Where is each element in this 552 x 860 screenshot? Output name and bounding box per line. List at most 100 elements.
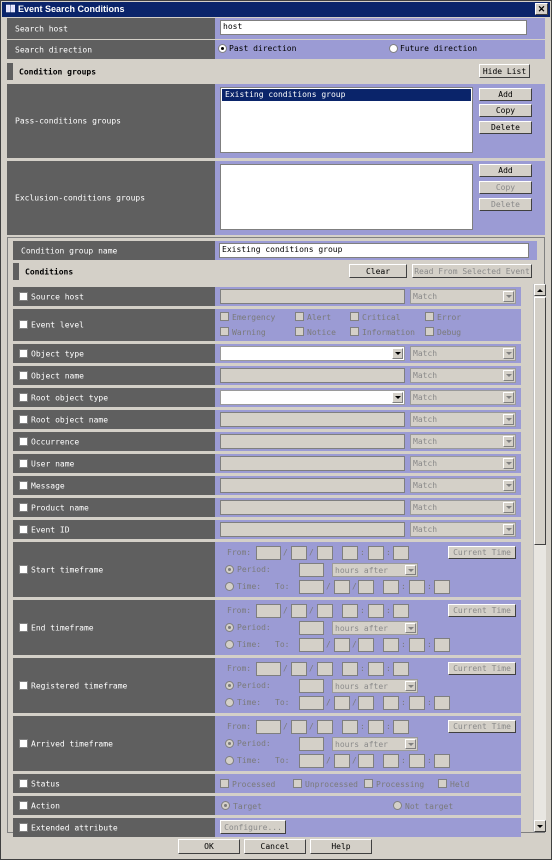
start-to-field[interactable] (434, 580, 450, 594)
registered-current-time-button[interactable]: Current Time (448, 662, 516, 675)
level-debug-checkbox[interactable] (425, 327, 434, 336)
product-name-checkbox[interactable] (19, 503, 28, 512)
registered-to-field[interactable] (299, 696, 324, 710)
read-from-selected-event-button[interactable]: Read From Selected Event (412, 264, 532, 278)
start-from-field[interactable] (393, 546, 409, 560)
past-direction-radio[interactable] (218, 44, 227, 53)
action-target-radio[interactable] (221, 801, 230, 810)
exclusion-conditions-list[interactable] (220, 164, 473, 230)
root-object-type-checkbox[interactable] (19, 393, 28, 402)
arrived-from-field[interactable] (342, 720, 358, 734)
object-type-select[interactable] (220, 346, 405, 361)
end-to-field[interactable] (334, 638, 350, 652)
scroll-down-button[interactable] (534, 820, 546, 832)
registered-to-field[interactable] (409, 696, 425, 710)
arrived-to-field[interactable] (299, 754, 324, 768)
search-host-input[interactable]: host (220, 20, 527, 35)
arrived-to-field[interactable] (434, 754, 450, 768)
message-checkbox[interactable] (19, 481, 28, 490)
user-name-checkbox[interactable] (19, 459, 28, 468)
arrived-from-field[interactable] (256, 720, 281, 734)
pass-conditions-list[interactable]: Existing conditions group (220, 87, 473, 153)
event-level-checkbox[interactable] (19, 320, 28, 329)
arrived-from-field[interactable] (368, 720, 384, 734)
action-not-target-radio[interactable] (393, 801, 402, 810)
root-object-name-checkbox[interactable] (19, 415, 28, 424)
ok-button[interactable]: OK (178, 839, 240, 854)
start-to-field[interactable] (334, 580, 350, 594)
end-period-hours-input[interactable] (299, 621, 324, 635)
end-to-field[interactable] (358, 638, 374, 652)
root-object-type-select[interactable] (220, 390, 405, 405)
action-checkbox[interactable] (19, 801, 28, 810)
user-name-input[interactable] (220, 456, 405, 471)
end-from-field[interactable] (291, 604, 307, 618)
event-id-checkbox[interactable] (19, 525, 28, 534)
end-to-field[interactable] (383, 638, 399, 652)
start-to-field[interactable] (358, 580, 374, 594)
hide-list-button[interactable]: Hide List (479, 64, 530, 78)
object-type-match-select[interactable]: Match (410, 346, 516, 361)
end-timeframe-checkbox[interactable] (19, 623, 28, 632)
status-checkbox[interactable] (19, 779, 28, 788)
arrived-from-field[interactable] (393, 720, 409, 734)
registered-from-field[interactable] (317, 662, 333, 676)
registered-to-field[interactable] (383, 696, 399, 710)
event-id-match-select[interactable]: Match (410, 522, 516, 537)
end-from-field[interactable] (317, 604, 333, 618)
product-name-input[interactable] (220, 500, 405, 515)
status-option-checkbox[interactable] (293, 779, 302, 788)
user-name-match-select[interactable]: Match (410, 456, 516, 471)
object-name-checkbox[interactable] (19, 371, 28, 380)
end-from-field[interactable] (368, 604, 384, 618)
scroll-up-button[interactable] (534, 284, 546, 296)
pass-delete-button[interactable]: Delete (479, 121, 532, 134)
exclusion-add-button[interactable]: Add (479, 164, 532, 177)
message-input[interactable] (220, 478, 405, 493)
pass-copy-button[interactable]: Copy (479, 104, 532, 117)
end-to-field[interactable] (409, 638, 425, 652)
registered-period-hours-input[interactable] (299, 679, 324, 693)
configure-button[interactable]: Configure... (220, 820, 286, 834)
start-from-field[interactable] (256, 546, 281, 560)
message-match-select[interactable]: Match (410, 478, 516, 493)
level-notice-checkbox[interactable] (295, 327, 304, 336)
end-from-field[interactable] (393, 604, 409, 618)
future-direction-radio[interactable] (389, 44, 398, 53)
arrived-to-field[interactable] (334, 754, 350, 768)
end-from-field[interactable] (342, 604, 358, 618)
conditions-scrollbar[interactable] (533, 284, 546, 832)
object-type-checkbox[interactable] (19, 349, 28, 358)
registered-to-field[interactable] (358, 696, 374, 710)
pass-add-button[interactable]: Add (479, 88, 532, 101)
arrived-from-field[interactable] (317, 720, 333, 734)
start-from-field[interactable] (291, 546, 307, 560)
registered-time-radio[interactable] (225, 698, 234, 707)
arrived-from-field[interactable] (291, 720, 307, 734)
arrived-hours-after-select[interactable]: hours after (332, 737, 418, 751)
end-current-time-button[interactable]: Current Time (448, 604, 516, 617)
registered-from-field[interactable] (256, 662, 281, 676)
level-emergency-checkbox[interactable] (220, 312, 229, 321)
level-alert-checkbox[interactable] (295, 312, 304, 321)
product-name-match-select[interactable]: Match (410, 500, 516, 515)
event-id-input[interactable] (220, 522, 405, 537)
arrived-current-time-button[interactable]: Current Time (448, 720, 516, 733)
registered-from-field[interactable] (342, 662, 358, 676)
status-option-checkbox[interactable] (438, 779, 447, 788)
registered-from-field[interactable] (368, 662, 384, 676)
start-time-radio[interactable] (225, 582, 234, 591)
registered-from-field[interactable] (393, 662, 409, 676)
start-timeframe-checkbox[interactable] (19, 565, 28, 574)
extended-attribute-checkbox[interactable] (19, 823, 28, 832)
end-to-field[interactable] (299, 638, 324, 652)
end-from-field[interactable] (256, 604, 281, 618)
source-host-input[interactable] (220, 289, 405, 304)
registered-timeframe-checkbox[interactable] (19, 681, 28, 690)
start-to-field[interactable] (409, 580, 425, 594)
clear-button[interactable]: Clear (349, 264, 407, 278)
group-name-input[interactable]: Existing conditions group (219, 243, 529, 258)
start-current-time-button[interactable]: Current Time (448, 546, 516, 559)
registered-hours-after-select[interactable]: hours after (332, 679, 418, 693)
pass-conditions-item[interactable]: Existing conditions group (222, 89, 471, 101)
